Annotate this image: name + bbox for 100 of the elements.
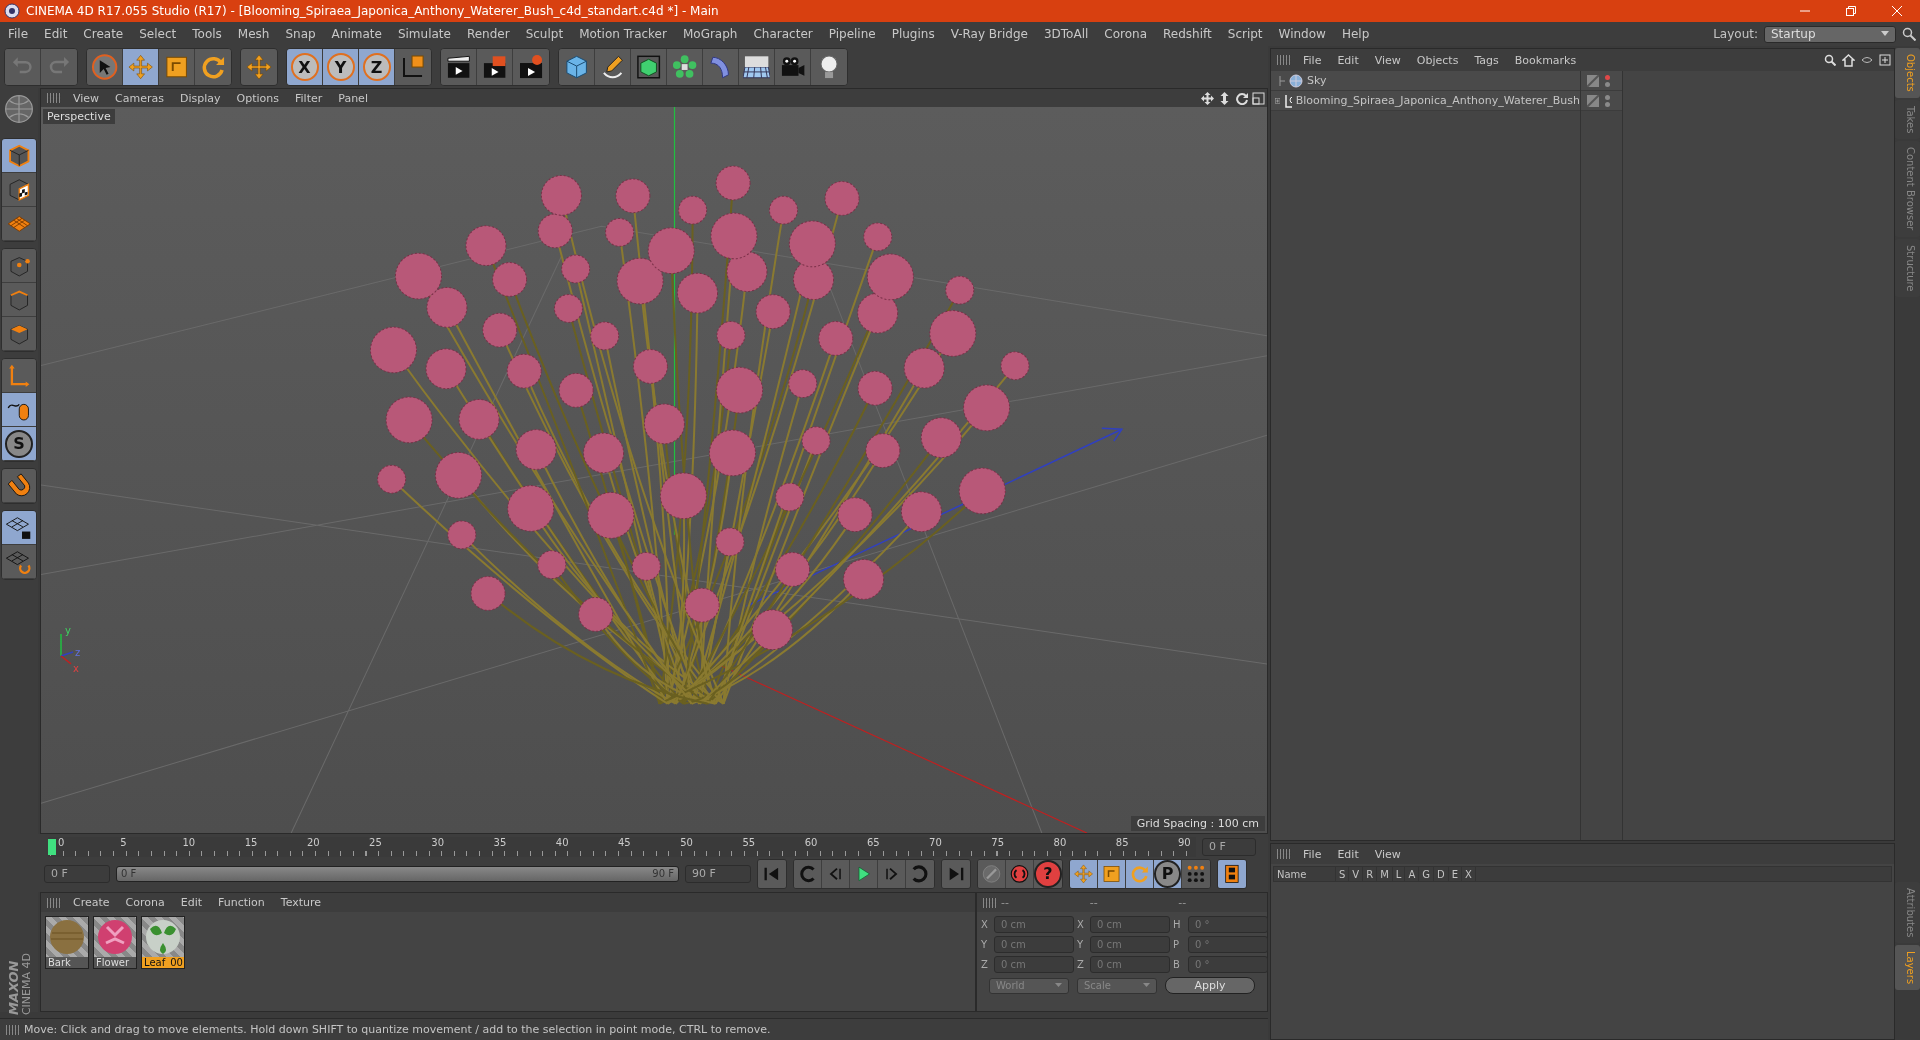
object-row[interactable]: Sky bbox=[1271, 71, 1580, 91]
menu-item[interactable]: Create bbox=[65, 896, 118, 909]
tool-button[interactable] bbox=[850, 859, 878, 888]
menu-item[interactable]: Cameras bbox=[107, 91, 172, 105]
tool-button[interactable] bbox=[441, 49, 477, 85]
rotate-icon[interactable] bbox=[1235, 91, 1248, 105]
menu-item[interactable]: Pipeline bbox=[820, 27, 884, 41]
menu-item[interactable]: Edit bbox=[36, 27, 76, 41]
tool-button[interactable] bbox=[513, 49, 549, 85]
menu-item[interactable]: Edit bbox=[1329, 847, 1367, 861]
tool-button[interactable]: P bbox=[1154, 859, 1182, 888]
home-icon[interactable] bbox=[1842, 53, 1855, 67]
end-frame-field[interactable]: 90 F bbox=[685, 864, 751, 883]
tool-button[interactable] bbox=[395, 49, 431, 85]
column-header[interactable]: D bbox=[1433, 867, 1449, 881]
menu-item[interactable]: Help bbox=[1333, 27, 1378, 41]
menu-item[interactable]: View bbox=[1366, 847, 1409, 861]
menu-item[interactable]: Edit bbox=[172, 896, 210, 909]
column-header[interactable]: X bbox=[1462, 867, 1476, 881]
menu-item[interactable]: MoGraph bbox=[674, 27, 746, 41]
tool-button[interactable] bbox=[739, 49, 775, 85]
search-icon[interactable] bbox=[1824, 54, 1836, 66]
eye-icon[interactable] bbox=[1861, 56, 1873, 64]
column-header[interactable]: R bbox=[1363, 867, 1378, 881]
menu-item[interactable]: Create bbox=[75, 27, 132, 41]
menu-item[interactable]: Render bbox=[458, 27, 518, 41]
menu-item[interactable]: Edit bbox=[1329, 53, 1367, 67]
menu-item[interactable]: 3DToAll bbox=[1035, 27, 1097, 41]
visibility-dots[interactable] bbox=[1605, 94, 1610, 107]
tool-button[interactable] bbox=[2, 545, 36, 579]
menu-item[interactable]: View bbox=[1366, 53, 1409, 67]
menu-item[interactable]: File bbox=[1295, 847, 1330, 861]
menu-item[interactable]: Plugins bbox=[883, 27, 943, 41]
object-row[interactable]: Blooming_Spiraea_Japonica_Anthony_Waterer_Bush bbox=[1271, 91, 1580, 111]
tool-button[interactable]: X bbox=[287, 49, 323, 85]
menu-item[interactable]: Character bbox=[745, 27, 821, 41]
new-window-icon[interactable] bbox=[1879, 54, 1891, 66]
menu-item[interactable]: Simulate bbox=[389, 27, 459, 41]
tool-button[interactable] bbox=[2, 511, 36, 545]
column-header[interactable]: Name bbox=[1274, 867, 1336, 881]
menu-item[interactable]: Redshift bbox=[1155, 27, 1220, 41]
camera-label[interactable]: Perspective bbox=[43, 109, 115, 124]
apply-button[interactable]: Apply bbox=[1165, 977, 1255, 994]
menu-item[interactable]: Filter bbox=[287, 91, 331, 105]
menu-item[interactable]: Objects bbox=[1408, 53, 1467, 67]
material-item[interactable]: Leaf_00 bbox=[141, 916, 185, 969]
column-header[interactable]: A bbox=[1405, 867, 1420, 881]
menu-item[interactable]: File bbox=[1295, 53, 1330, 67]
menu-item[interactable]: Sculpt bbox=[517, 27, 572, 41]
menu-item[interactable]: Texture bbox=[272, 896, 330, 909]
start-frame-field[interactable]: 0 F bbox=[44, 864, 110, 883]
visibility-dots[interactable] bbox=[1605, 74, 1610, 87]
column-header[interactable]: M bbox=[1377, 867, 1393, 881]
layout-dropdown[interactable]: Startup bbox=[1764, 25, 1896, 43]
tool-button[interactable] bbox=[1098, 859, 1126, 888]
menu-item[interactable]: Select bbox=[131, 27, 185, 41]
tool-button[interactable]: Y bbox=[323, 49, 359, 85]
column-header[interactable]: E bbox=[1448, 867, 1462, 881]
tool-button[interactable] bbox=[1182, 859, 1210, 888]
up-down-arrow-icon[interactable] bbox=[1218, 91, 1231, 105]
tool-button[interactable]: ? bbox=[1034, 859, 1062, 888]
menu-item[interactable]: File bbox=[0, 27, 37, 41]
tool-button[interactable] bbox=[667, 49, 703, 85]
menu-item[interactable]: Mesh bbox=[229, 27, 278, 41]
layer-toggle-icon[interactable] bbox=[1587, 94, 1599, 107]
menu-item[interactable]: Corona bbox=[117, 896, 173, 909]
column-header[interactable]: G bbox=[1419, 867, 1434, 881]
material-item[interactable]: Bark bbox=[45, 916, 89, 969]
menu-item[interactable]: View bbox=[65, 91, 108, 105]
side-tab[interactable]: Objects bbox=[1895, 48, 1920, 98]
tool-button[interactable]: Z bbox=[359, 49, 395, 85]
material-item[interactable]: Flower_ bbox=[93, 916, 137, 969]
menu-item[interactable]: Panel bbox=[330, 91, 376, 105]
tool-button[interactable] bbox=[595, 49, 631, 85]
menu-item[interactable]: Tools bbox=[184, 27, 230, 41]
tool-button[interactable]: S bbox=[2, 427, 36, 461]
move-icon[interactable] bbox=[1201, 91, 1214, 105]
current-frame-field[interactable]: 0 F bbox=[1202, 837, 1256, 856]
layer-toggle-icon[interactable] bbox=[1587, 74, 1599, 87]
tool-button[interactable] bbox=[2, 173, 36, 207]
menu-item[interactable]: Corona bbox=[1096, 27, 1156, 41]
maximize-icon[interactable] bbox=[1252, 91, 1265, 105]
expand-icon[interactable] bbox=[1275, 95, 1281, 106]
tool-button[interactable] bbox=[1126, 859, 1154, 888]
menu-item[interactable]: Tags bbox=[1466, 53, 1507, 67]
menu-item[interactable]: Bookmarks bbox=[1506, 53, 1585, 67]
menu-item[interactable]: Display bbox=[172, 91, 229, 105]
side-tab[interactable]: Layers bbox=[1895, 944, 1920, 990]
menu-item[interactable]: Animate bbox=[323, 27, 390, 41]
menu-item[interactable]: Script bbox=[1219, 27, 1271, 41]
column-header[interactable]: L bbox=[1392, 867, 1406, 881]
search-icon[interactable] bbox=[1902, 27, 1916, 41]
tool-button[interactable] bbox=[1070, 859, 1098, 888]
playhead[interactable] bbox=[48, 838, 56, 855]
globe-icon[interactable] bbox=[2, 92, 36, 126]
menu-item[interactable]: Options bbox=[228, 91, 287, 105]
menu-item[interactable]: Function bbox=[210, 896, 273, 909]
menu-item[interactable]: Motion Tracker bbox=[571, 27, 675, 41]
tool-button[interactable] bbox=[1218, 859, 1246, 888]
tool-button[interactable] bbox=[811, 49, 847, 85]
